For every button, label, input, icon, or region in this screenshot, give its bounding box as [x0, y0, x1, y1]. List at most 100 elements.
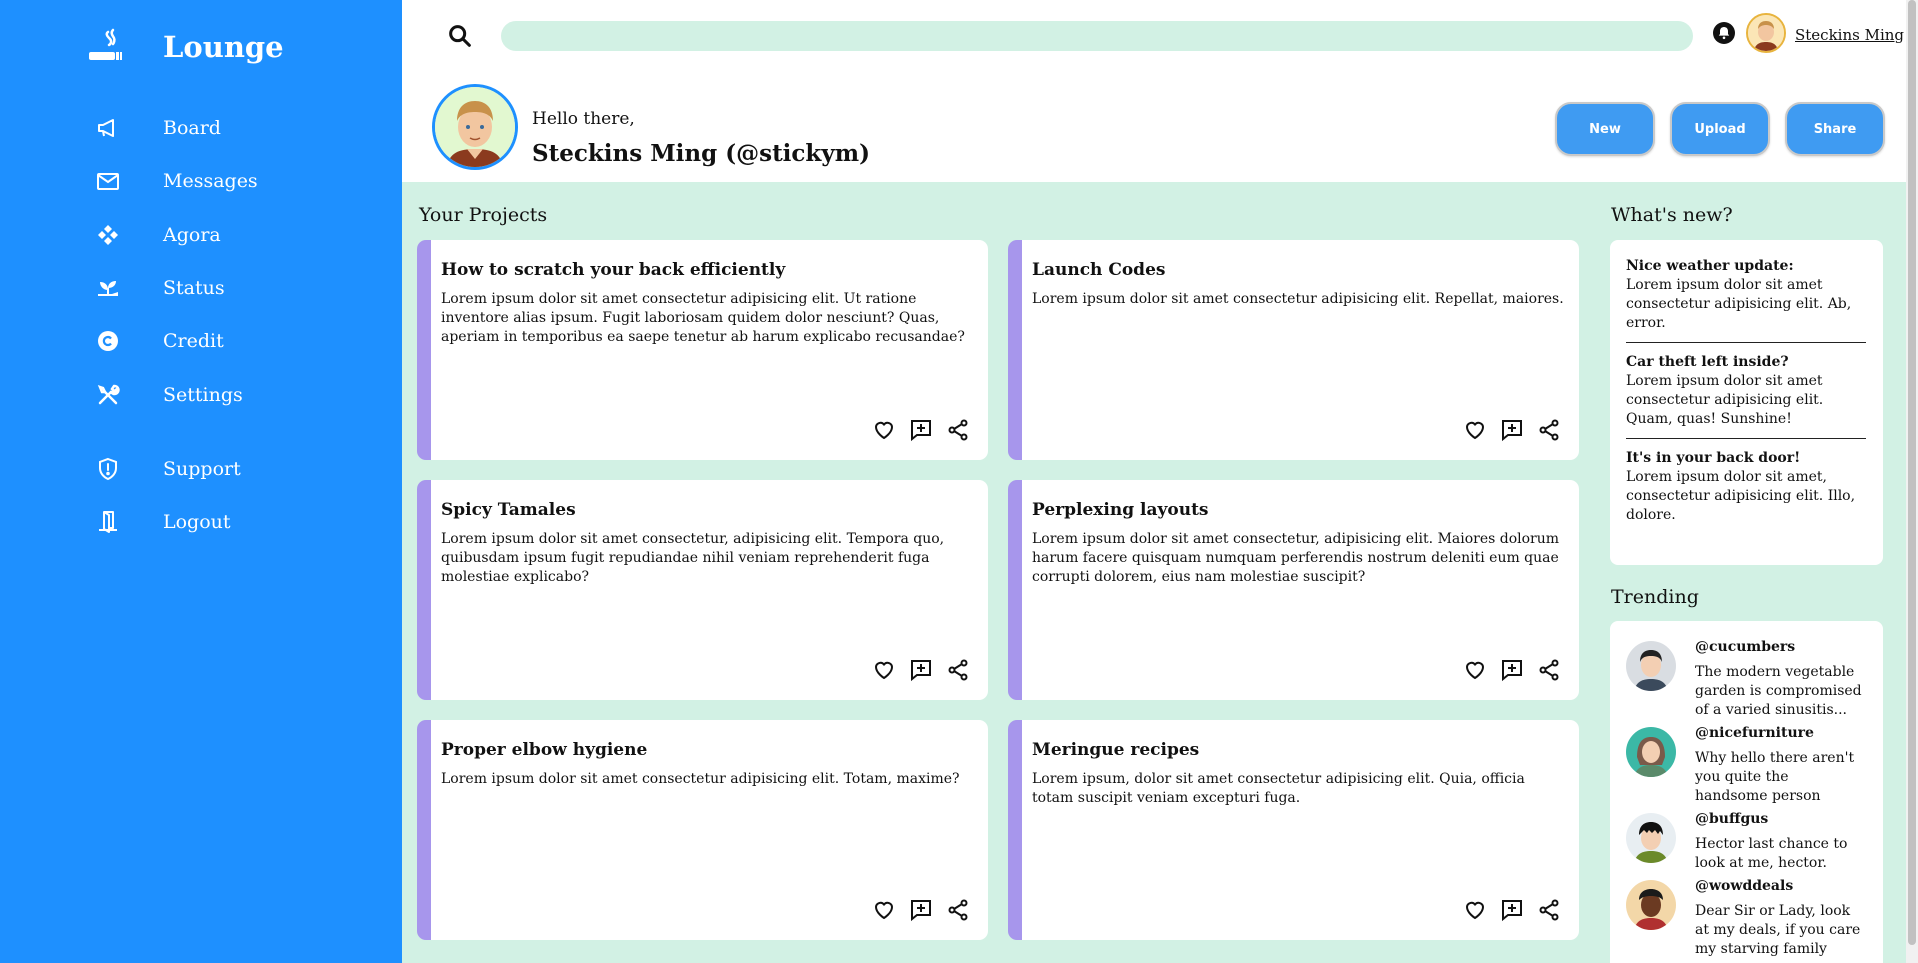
new-button[interactable]: New: [1555, 102, 1655, 156]
trending-handle: @buffgus: [1695, 811, 1769, 827]
share-icon[interactable]: [946, 898, 970, 922]
bell-icon[interactable]: [1713, 22, 1735, 44]
profile-avatar: [432, 84, 518, 170]
trending-text: Why hello there aren't you quite the han…: [1695, 750, 1855, 804]
avatar: [1626, 880, 1676, 930]
greeting-text: Hello there,: [532, 109, 635, 129]
page-scrollbar[interactable]: [1906, 0, 1918, 963]
project-description: Lorem ipsum dolor sit amet consectetur a…: [441, 291, 965, 345]
avatar: [1626, 727, 1676, 777]
news-heading: It's in your back door!: [1626, 450, 1801, 466]
search-icon[interactable]: [446, 22, 474, 50]
sidebar-item-settings[interactable]: Settings: [94, 381, 243, 409]
megaphone-icon: [94, 114, 122, 142]
card-actions: [1463, 658, 1561, 682]
project-description: Lorem ipsum dolor sit amet consectetur, …: [441, 531, 945, 585]
comment-add-icon[interactable]: [1500, 418, 1524, 442]
comment-add-icon[interactable]: [909, 898, 933, 922]
sidebar-item-logout[interactable]: Logout: [94, 508, 231, 536]
news-text: Lorem ipsum dolor sit amet consectetur a…: [1626, 373, 1824, 427]
sidebar-item-label: Messages: [163, 170, 258, 192]
card-actions: [1463, 418, 1561, 442]
sidebar-item-label: Status: [163, 277, 225, 299]
sidebar-item-label: Support: [163, 458, 241, 480]
upload-button[interactable]: Upload: [1670, 102, 1770, 156]
project-description: Lorem ipsum, dolor sit amet consectetur …: [1032, 771, 1525, 806]
news-title: What's new?: [1611, 204, 1733, 226]
comment-add-icon[interactable]: [909, 418, 933, 442]
tools-icon: [94, 381, 122, 409]
trending-text: The modern vegetable garden is compromis…: [1695, 664, 1862, 718]
trending-handle: @nicefurniture: [1695, 725, 1814, 741]
envelope-icon: [94, 167, 122, 195]
project-description: Lorem ipsum dolor sit amet consectetur a…: [441, 771, 960, 787]
project-card[interactable]: Proper elbow hygiene Lorem ipsum dolor s…: [417, 720, 988, 940]
project-title: Launch Codes: [1032, 260, 1166, 280]
profile-name: Steckins Ming (@stickym): [532, 140, 870, 167]
sidebar-item-credit[interactable]: Credit: [94, 327, 224, 355]
news-item[interactable]: It's in your back door! Lorem ipsum dolo…: [1626, 449, 1866, 534]
diamonds-icon: [94, 221, 122, 249]
heart-icon[interactable]: [872, 418, 896, 442]
card-actions: [1463, 898, 1561, 922]
brand[interactable]: Lounge: [86, 28, 284, 68]
door-icon: [94, 508, 122, 536]
card-actions: [872, 898, 970, 922]
project-title: Meringue recipes: [1032, 740, 1200, 760]
sidebar-item-support[interactable]: Support: [94, 455, 241, 483]
projects-title: Your Projects: [419, 204, 548, 226]
card-actions: [872, 418, 970, 442]
heart-icon[interactable]: [1463, 898, 1487, 922]
project-description: Lorem ipsum dolor sit amet consectetur a…: [1032, 291, 1564, 307]
trending-text: Dear Sir or Lady, look at my deals, if y…: [1695, 903, 1861, 957]
share-icon[interactable]: [1537, 418, 1561, 442]
project-title: Spicy Tamales: [441, 500, 576, 520]
sidebar-item-label: Agora: [163, 224, 221, 246]
scrollbar-thumb[interactable]: [1908, 0, 1916, 945]
profile-header: Hello there, Steckins Ming (@stickym) Ne…: [402, 72, 1906, 182]
news-item[interactable]: Car theft left inside? Lorem ipsum dolor…: [1626, 353, 1866, 439]
heart-icon[interactable]: [872, 658, 896, 682]
sidebar-item-label: Logout: [163, 511, 231, 533]
sidebar-item-label: Board: [163, 117, 221, 139]
comment-add-icon[interactable]: [1500, 658, 1524, 682]
project-title: How to scratch your back efficiently: [441, 260, 786, 280]
sidebar-item-messages[interactable]: Messages: [94, 167, 258, 195]
smoking-logo-icon: [86, 28, 122, 68]
project-title: Proper elbow hygiene: [441, 740, 648, 760]
search-input[interactable]: [501, 21, 1693, 51]
card-actions: [872, 658, 970, 682]
news-text: Lorem ipsum dolor sit amet, consectetur …: [1626, 469, 1856, 523]
news-heading: Nice weather update:: [1626, 258, 1794, 274]
trending-handle: @wowddeals: [1695, 878, 1794, 894]
brand-title: Lounge: [163, 30, 284, 64]
sidebar-item-label: Settings: [163, 384, 243, 406]
share-icon[interactable]: [946, 658, 970, 682]
topbar: Steckins Ming: [402, 0, 1906, 72]
username-link[interactable]: Steckins Ming: [1795, 26, 1904, 44]
comment-add-icon[interactable]: [909, 658, 933, 682]
sidebar-item-agora[interactable]: Agora: [94, 221, 221, 249]
project-card[interactable]: Spicy Tamales Lorem ipsum dolor sit amet…: [417, 480, 988, 700]
news-item[interactable]: Nice weather update: Lorem ipsum dolor s…: [1626, 257, 1866, 343]
heart-icon[interactable]: [1463, 418, 1487, 442]
project-card[interactable]: Launch Codes Lorem ipsum dolor sit amet …: [1008, 240, 1579, 460]
heart-icon[interactable]: [1463, 658, 1487, 682]
share-button[interactable]: Share: [1785, 102, 1885, 156]
sidebar-item-board[interactable]: Board: [94, 114, 221, 142]
avatar: [1626, 813, 1676, 863]
share-icon[interactable]: [1537, 658, 1561, 682]
project-card[interactable]: Meringue recipes Lorem ipsum, dolor sit …: [1008, 720, 1579, 940]
comment-add-icon[interactable]: [1500, 898, 1524, 922]
project-card[interactable]: How to scratch your back efficiently Lor…: [417, 240, 988, 460]
sprout-icon: [94, 274, 122, 302]
shield-icon: [94, 455, 122, 483]
heart-icon[interactable]: [872, 898, 896, 922]
trending-handle: @cucumbers: [1695, 639, 1796, 655]
project-card[interactable]: Perplexing layouts Lorem ipsum dolor sit…: [1008, 480, 1579, 700]
news-panel: Nice weather update: Lorem ipsum dolor s…: [1610, 240, 1883, 565]
sidebar-item-status[interactable]: Status: [94, 274, 225, 302]
avatar[interactable]: [1746, 13, 1786, 53]
share-icon[interactable]: [1537, 898, 1561, 922]
share-icon[interactable]: [946, 418, 970, 442]
